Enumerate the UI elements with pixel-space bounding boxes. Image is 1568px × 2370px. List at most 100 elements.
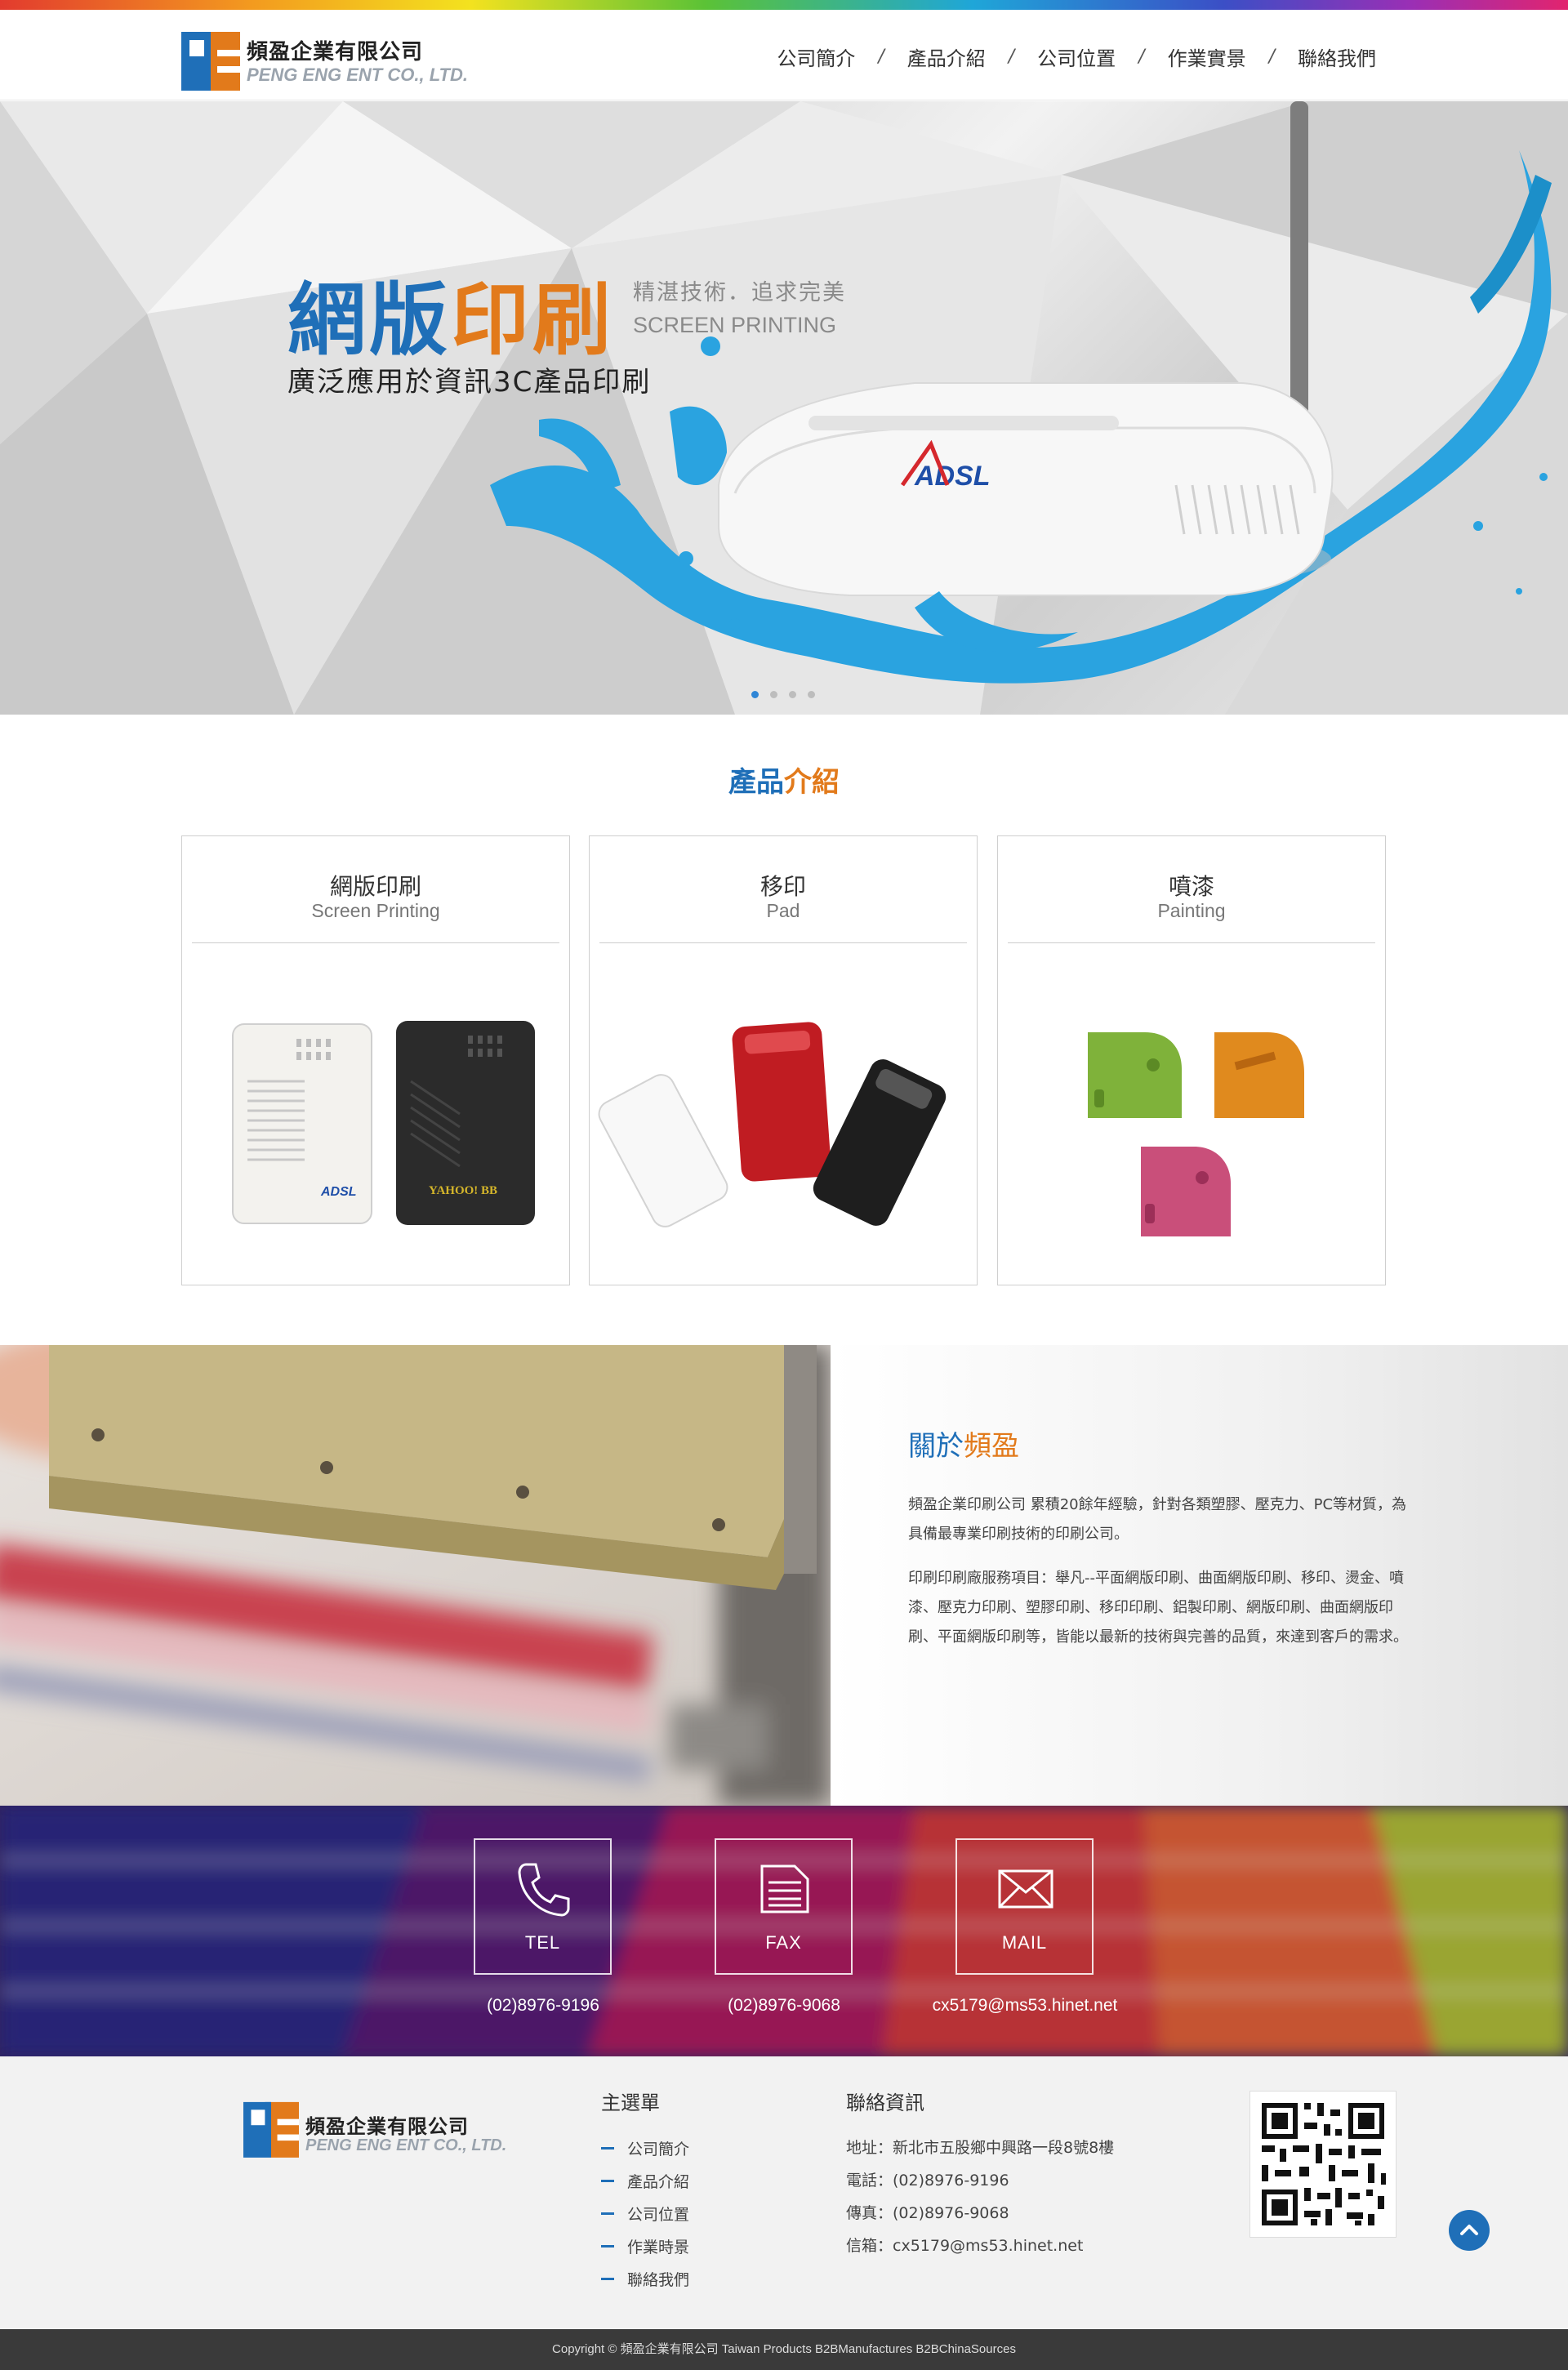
bullet-bar-icon	[601, 2277, 614, 2280]
footer-address: 地址：新北市五股鄉中興路一段8號8樓	[846, 2139, 1115, 2157]
tel-label: TEL	[524, 1932, 561, 1953]
about-section: 關於頻盈 頻盈企業印刷公司 累積20餘年經驗，針對各類塑膠、壓克力、PC等材質，…	[0, 1345, 1568, 1806]
mail-box[interactable]: MAIL	[956, 1838, 1094, 1975]
nav-item-location[interactable]: 公司位置	[1037, 42, 1116, 71]
bullet-bar-icon	[601, 2212, 614, 2215]
card-title-en: Screen Printing	[311, 900, 440, 921]
hero-title-part2: 印刷	[451, 274, 614, 366]
slider-dot-2[interactable]	[770, 691, 777, 698]
footer-menu-item-location[interactable]: 公司位置	[601, 2197, 689, 2230]
card-divider	[192, 942, 559, 943]
footer-menu-label: 聯絡我們	[627, 2270, 690, 2289]
phone-icon	[518, 1863, 570, 1917]
bullet-bar-icon	[601, 2179, 614, 2182]
fax-icon	[760, 1864, 809, 1913]
mail-label: MAIL	[1001, 1932, 1048, 1953]
router-brand-label: ADSL	[914, 461, 991, 492]
copyright-bar: Copyright © 頻盈企業有限公司 Taiwan Products B2B…	[0, 2329, 1568, 2370]
footer-menu: 公司簡介 產品介紹 公司位置 作業時景 聯絡我們	[601, 2132, 689, 2295]
logo-mark-icon	[243, 2101, 299, 2158]
hero-subtitle: 廣泛應用於資訊3C產品印刷	[287, 366, 652, 399]
about-heading-part1: 關於	[908, 1430, 964, 1463]
footer-menu-label: 公司簡介	[627, 2140, 690, 2158]
qr-code-image	[1262, 2103, 1386, 2225]
hero-title: 網版印刷	[287, 256, 614, 370]
nav-separator: /	[1138, 47, 1145, 67]
footer-logo[interactable]: 頻盈企業有限公司 PENG ENG ENT CO., LTD.	[243, 2099, 507, 2164]
logo-company-english: PENG ENG ENT CO., LTD.	[247, 65, 468, 85]
slider-dot-1[interactable]	[751, 691, 759, 698]
tel-box[interactable]: TEL	[474, 1838, 612, 1975]
site-logo[interactable]: 頻盈企業有限公司 PENG ENG ENT CO., LTD.	[181, 29, 468, 94]
footer-menu-label: 產品介紹	[627, 2172, 690, 2191]
footer-menu-label: 公司位置	[627, 2205, 690, 2224]
footer-menu-item-gallery[interactable]: 作業時景	[601, 2230, 689, 2262]
rainbow-bar	[0, 0, 1568, 10]
device-label-adsl: ADSL	[320, 1185, 357, 1199]
about-paragraph-1: 頻盈企業印刷公司 累積20餘年經驗，針對各類塑膠、壓克力、PC等材質，為具備最專…	[908, 1496, 1407, 1543]
chevron-up-icon	[1460, 2225, 1478, 2235]
nav-item-contact[interactable]: 聯絡我們	[1298, 42, 1376, 71]
slider-dot-4[interactable]	[808, 691, 815, 698]
products-heading-part2: 介紹	[784, 766, 840, 799]
product-card-pad-printing[interactable]: 移印 Pad	[589, 835, 978, 1285]
footer-menu-label: 作業時景	[627, 2238, 690, 2256]
about-photo	[0, 1345, 831, 1806]
product-card-screen-printing[interactable]: 網版印刷 Screen Printing ADSL YAHOO! BB	[181, 835, 570, 1285]
nav-separator: /	[1008, 47, 1015, 67]
bullet-bar-icon	[601, 2146, 614, 2149]
tel-value[interactable]: (02)8976-9196	[412, 1996, 674, 2016]
back-to-top-button[interactable]	[1449, 2210, 1490, 2251]
logo-mark-icon	[181, 32, 240, 91]
footer-info-title: 聯絡資訊	[846, 2092, 924, 2114]
qr-code	[1250, 2091, 1396, 2238]
hero-title-part1: 網版	[287, 274, 451, 366]
nav-item-gallery[interactable]: 作業實景	[1168, 42, 1246, 71]
slider-dot-3[interactable]	[789, 691, 796, 698]
logo-company-name: 頻盈企業有限公司	[247, 40, 424, 65]
card-title-cn: 移印	[760, 873, 806, 900]
hero-router-image: ADSL	[490, 101, 1552, 684]
about-paragraph-2: 印刷印刷廠服務項目：舉凡--平面網版印刷、曲面網版印刷、移印、燙金、噴漆、壓克力…	[908, 1570, 1408, 1646]
nav-separator: /	[878, 47, 884, 67]
card-divider	[1008, 942, 1375, 943]
nav-separator: /	[1268, 47, 1275, 67]
device-label-yahoo: YAHOO! BB	[429, 1184, 497, 1197]
mail-value[interactable]: cx5179@ms53.hinet.net	[894, 1996, 1156, 2016]
footer-menu-item-products[interactable]: 產品介紹	[601, 2164, 689, 2197]
footer-contact-info: 地址：新北市五股鄉中興路一段8號8樓 電話：(02)8976-9196 傳真：(…	[846, 2132, 1114, 2262]
product-cards: 網版印刷 Screen Printing ADSL YAHOO! BB 移印 P…	[181, 835, 1386, 1285]
card-title-cn: 網版印刷	[329, 873, 421, 900]
pad-printing-image	[598, 1022, 947, 1227]
screen-printing-photo-image	[0, 1345, 831, 1806]
painting-image	[1088, 1032, 1304, 1236]
card-title-en: Pad	[766, 900, 800, 921]
products-heading: 產品介紹	[0, 760, 1568, 800]
screen-printing-image: ADSL YAHOO! BB	[232, 1021, 535, 1225]
mail-icon	[998, 1869, 1054, 1909]
nav-item-products[interactable]: 產品介紹	[907, 42, 986, 71]
hero-banner[interactable]: ADSL 網版印刷 精湛技術．追求完美 SCREEN PRINTING 廣泛應用…	[0, 101, 1568, 715]
footer-menu-item-contact[interactable]: 聯絡我們	[601, 2262, 689, 2295]
card-title-en: Painting	[1157, 900, 1226, 921]
nav-item-about[interactable]: 公司簡介	[777, 42, 855, 71]
about-text-panel: 關於頻盈 頻盈企業印刷公司 累積20餘年經驗，針對各類塑膠、壓克力、PC等材質，…	[831, 1345, 1568, 1806]
hero-tagline: 精湛技術．追求完美 SCREEN PRINTING	[633, 274, 846, 338]
main-nav: 公司簡介 / 產品介紹 / 公司位置 / 作業實景 / 聯絡我們	[777, 42, 1376, 71]
footer-logo-company-english: PENG ENG ENT CO., LTD.	[305, 2136, 507, 2154]
site-header: 頻盈企業有限公司 PENG ENG ENT CO., LTD. 公司簡介 / 產…	[0, 10, 1568, 100]
footer-menu-item-about[interactable]: 公司簡介	[601, 2132, 689, 2164]
footer-email[interactable]: 信箱：cx5179@ms53.hinet.net	[846, 2230, 1114, 2262]
product-card-painting[interactable]: 噴漆 Painting	[997, 835, 1386, 1285]
site-footer: 頻盈企業有限公司 PENG ENG ENT CO., LTD. 主選單 公司簡介…	[0, 2056, 1568, 2329]
slider-dots	[751, 691, 815, 698]
fax-box[interactable]: FAX	[715, 1838, 853, 1975]
about-heading-part2: 頻盈	[964, 1430, 1019, 1463]
footer-phone: 電話：(02)8976-9196	[846, 2172, 1009, 2190]
hero-tagline-en: SCREEN PRINTING	[633, 313, 837, 337]
fax-value: (02)8976-9068	[728, 1996, 840, 2015]
contact-band: TEL FAX MAIL (02)8976-9196 (02)8976-9068…	[0, 1806, 1568, 2056]
footer-logo-company-name: 頻盈企業有限公司	[305, 2115, 469, 2138]
bullet-bar-icon	[601, 2244, 614, 2247]
footer-menu-title: 主選單	[601, 2092, 660, 2114]
